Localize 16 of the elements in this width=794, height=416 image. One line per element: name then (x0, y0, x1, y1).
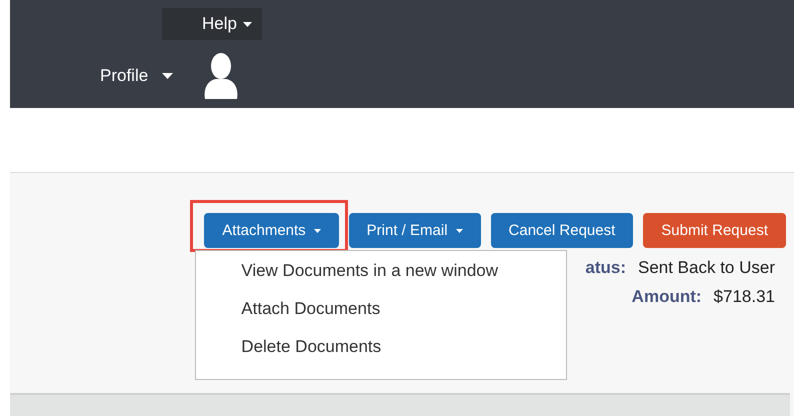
field-value: Sent Back to User (638, 258, 775, 278)
action-button[interactable]: Attachments (204, 213, 339, 248)
action-button[interactable]: Print / Email (348, 213, 481, 248)
help-menu[interactable]: Help (162, 8, 262, 40)
field-label: atus: (585, 258, 626, 278)
field-label: Amount: (632, 287, 702, 307)
menu-item[interactable]: Attach Documents (196, 297, 566, 335)
caret-icon (243, 22, 252, 26)
caret-icon (162, 73, 174, 79)
action-button[interactable]: Cancel Request (490, 213, 634, 248)
menu-item[interactable]: View Documents in a new window (196, 259, 566, 297)
profile-menu[interactable]: Profile (100, 66, 174, 86)
menu-item[interactable]: Delete Documents (196, 335, 566, 373)
field-value: $718.31 (714, 287, 775, 307)
user-avatar-icon[interactable] (203, 53, 240, 99)
action-button[interactable]: Submit Request (643, 213, 786, 248)
